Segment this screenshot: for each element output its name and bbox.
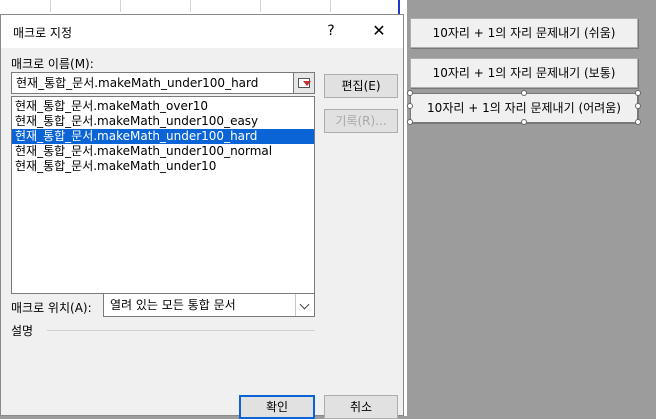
macro-list-item[interactable]: 현재_통합_문서.makeMath_under100_easy	[12, 114, 314, 129]
sheet-button-normal[interactable]: 10자리 + 1의 자리 문제내기 (보통)	[410, 58, 638, 88]
macro-list-item[interactable]: 현재_통합_문서.makeMath_under100_normal	[12, 144, 314, 159]
resize-handle[interactable]	[407, 90, 413, 96]
close-button[interactable]: ✕	[361, 17, 397, 45]
macro-name-label: 매크로 이름(M):	[11, 57, 94, 71]
macro-location-select[interactable]: 열려 있는 모든 통합 문서	[103, 293, 315, 317]
macro-list[interactable]: 현재_통합_문서.makeMath_over10 현재_통합_문서.makeMat…	[11, 96, 315, 294]
assign-macro-dialog: 매크로 지정 ? ✕ 매크로 이름(M): 현재_통합_문서.makeMath_…	[0, 14, 404, 419]
record-button[interactable]: 기록(R)...	[324, 109, 398, 133]
resize-handle[interactable]	[407, 103, 413, 109]
description-label: 설명	[11, 324, 34, 338]
macro-location-label: 매크로 위치(A):	[11, 301, 92, 315]
resize-handle[interactable]	[635, 103, 641, 109]
resize-handle[interactable]	[635, 119, 641, 125]
arrow-icon	[303, 81, 311, 86]
dialog-title: 매크로 지정	[13, 26, 73, 40]
grid-line	[50, 0, 51, 12]
sheet-button-easy[interactable]: 10자리 + 1의 자리 문제내기 (쉬움)	[410, 18, 638, 48]
ok-button[interactable]: 확인	[239, 395, 315, 419]
grid-line	[330, 0, 331, 12]
grid-line	[260, 0, 261, 12]
resize-handle[interactable]	[635, 90, 641, 96]
cancel-button[interactable]: 취소	[324, 395, 398, 419]
macro-location-value: 열려 있는 모든 통합 문서	[110, 298, 236, 312]
help-button[interactable]: ?	[317, 17, 345, 45]
grid-line	[120, 0, 121, 12]
macro-list-item[interactable]: 현재_통합_문서.makeMath_under100_hard	[12, 129, 314, 144]
title-bar: 매크로 지정 ? ✕	[1, 15, 403, 48]
resize-handle[interactable]	[407, 119, 413, 125]
description-divider	[47, 330, 315, 331]
chevron-down-icon[interactable]	[295, 294, 314, 316]
range-picker-button[interactable]	[293, 72, 315, 94]
grid-line	[190, 0, 191, 12]
resize-handle[interactable]	[521, 119, 527, 125]
macro-list-item[interactable]: 현재_통합_문서.makeMath_under10	[12, 159, 314, 174]
resize-handle[interactable]	[521, 90, 527, 96]
edit-button[interactable]: 편집(E)	[324, 74, 398, 98]
macro-list-item[interactable]: 현재_통합_문서.makeMath_over10	[12, 99, 314, 114]
macro-name-input[interactable]: 현재_통합_문서.makeMath_under100_hard	[11, 72, 295, 94]
